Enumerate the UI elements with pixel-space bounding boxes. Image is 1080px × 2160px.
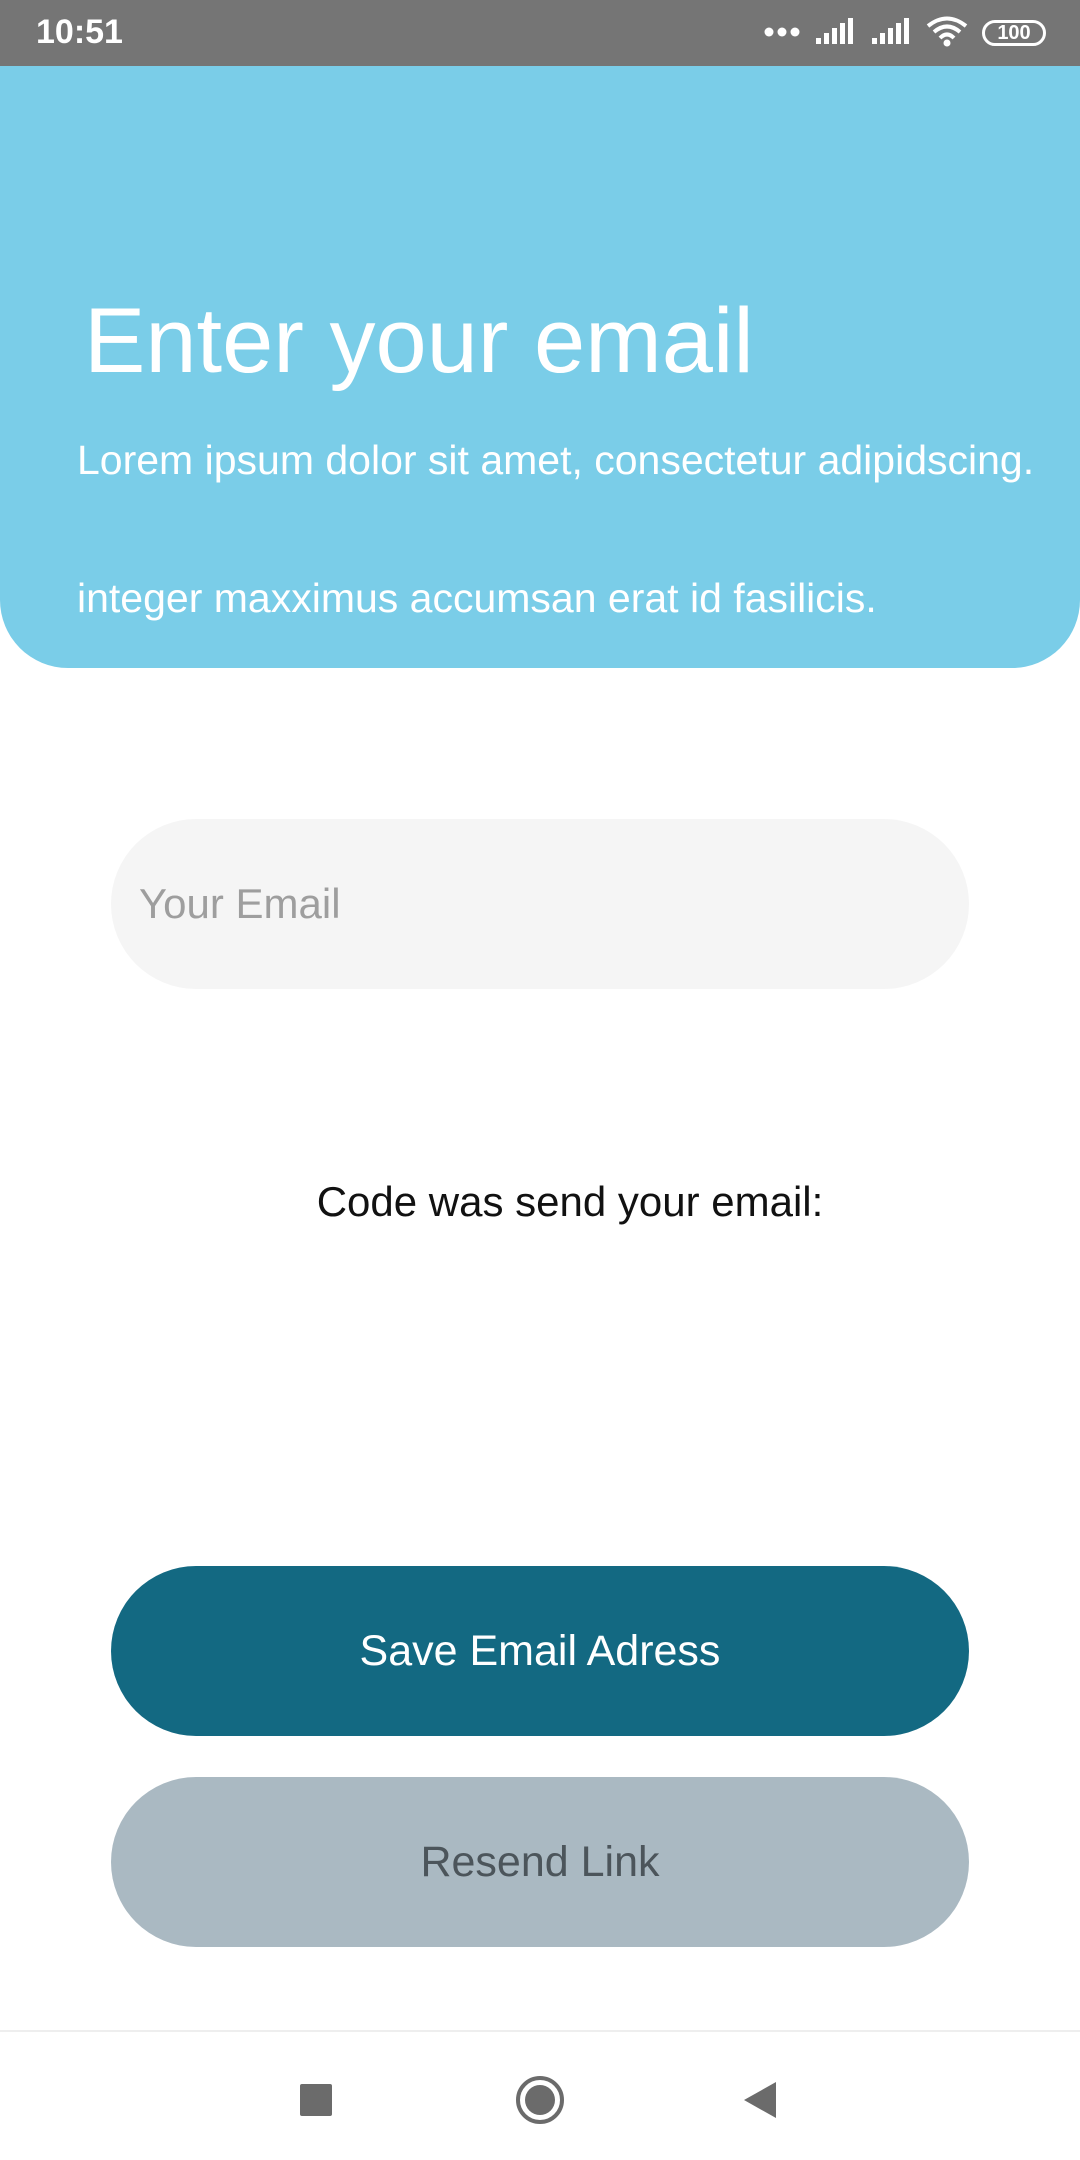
battery-icon: 100 — [982, 20, 1046, 46]
code-sent-message: Code was send your email: — [316, 1178, 824, 1225]
email-field[interactable] — [111, 819, 969, 989]
home-button[interactable] — [510, 2072, 570, 2132]
signal-icon — [870, 16, 912, 51]
navigation-bar — [0, 2030, 1080, 2160]
circle-icon — [514, 2074, 566, 2131]
header-description: Lorem ipsum dolor sit amet, consectetur … — [77, 437, 1035, 483]
wifi-icon — [926, 15, 968, 52]
status-bar: 10:51 100 — [0, 0, 1080, 66]
dots-icon — [764, 24, 800, 42]
header: Enter your email Lorem ipsum dolor sit a… — [0, 66, 1080, 668]
signal-icon — [814, 16, 856, 51]
status-icons: 100 — [764, 14, 1046, 52]
email-entry-screen: 10:51 100 Enter your email Lorem ipsum d… — [0, 0, 1080, 2160]
header-description-secondary: integer maxximus accumsan erat id fasili… — [77, 575, 877, 621]
recent-apps-button[interactable] — [286, 2072, 346, 2132]
resend-link-button[interactable]: Resend Link — [111, 1777, 969, 1947]
square-icon — [299, 2083, 333, 2122]
save-email-button[interactable]: Save Email Adress — [111, 1566, 969, 1736]
triangle-back-icon — [742, 2080, 778, 2125]
back-button[interactable] — [730, 2072, 790, 2132]
page-title: Enter your email — [84, 290, 754, 392]
status-time: 10:51 — [36, 13, 123, 51]
